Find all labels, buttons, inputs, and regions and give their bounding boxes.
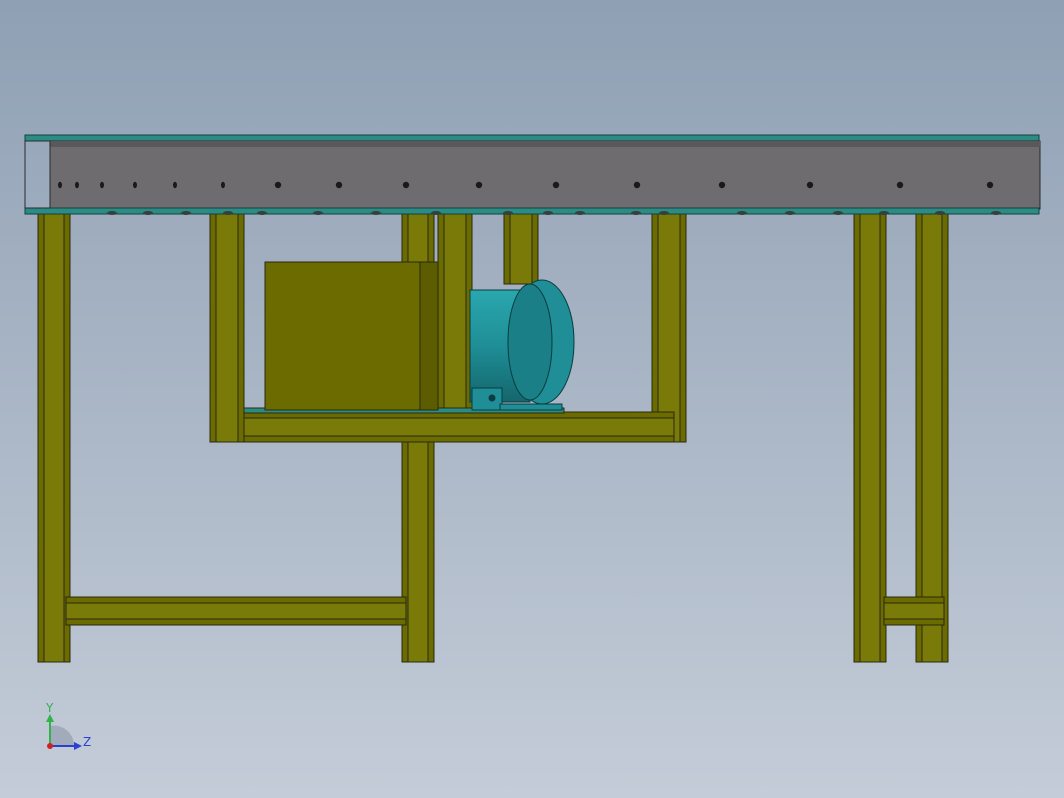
roller-foot (659, 211, 669, 215)
roller-foot (181, 211, 191, 215)
rail-hole (986, 181, 994, 189)
roller-foot (107, 211, 117, 215)
roller-foot (543, 211, 553, 215)
triad-y-label: Y (45, 701, 54, 715)
rail-hole (100, 181, 104, 189)
rail-body[interactable] (49, 140, 1041, 210)
motor-foot (471, 387, 503, 411)
motor-mount-base-beam-web (243, 417, 675, 437)
motor-endcap-inner (507, 283, 553, 401)
motor-mount-post-left-web (215, 213, 239, 443)
rail-hole (633, 181, 641, 189)
rail-hole (335, 181, 343, 189)
roller-foot (833, 211, 843, 215)
gearbox-flange (419, 261, 439, 411)
roller-foot (257, 211, 267, 215)
rail-hole (274, 181, 282, 189)
roller-foot (737, 211, 747, 215)
drive-motor[interactable] (469, 279, 575, 411)
rail-body-shade (50, 141, 1040, 147)
rail-hole (896, 181, 904, 189)
rail-hole (75, 181, 79, 189)
rail-hole (718, 181, 726, 189)
gearbox-housing[interactable] (264, 261, 438, 411)
rail-hole (552, 181, 560, 189)
conveyor-rail[interactable] (24, 134, 1041, 215)
rail-hole (173, 181, 177, 189)
motor-foot-bolt (488, 394, 496, 402)
motor-mount-post-rear-web (509, 213, 533, 285)
rail-top-flange[interactable] (24, 134, 1040, 142)
gearbox[interactable] (264, 261, 439, 411)
roller-foot (143, 211, 153, 215)
rail-hole (402, 181, 410, 189)
roller-foot (879, 211, 889, 215)
roller-foot (575, 211, 585, 215)
roller-foot (313, 211, 323, 215)
frame-brace-lower-right-web (883, 602, 945, 620)
triad-origin (47, 743, 53, 749)
roller-foot (631, 211, 641, 215)
roller-foot (223, 211, 233, 215)
rail-hole (475, 181, 483, 189)
roller-foot (785, 211, 795, 215)
triad-z-label: Z (83, 735, 91, 749)
frame-leg-left-web (43, 213, 65, 663)
roller-foot (431, 211, 441, 215)
cad-viewport[interactable]: Y Z (0, 0, 1064, 798)
roller-foot (991, 211, 1001, 215)
rail-hole (58, 181, 62, 189)
roller-foot (503, 211, 513, 215)
frame-leg-right-a-web (859, 213, 881, 663)
roller-foot (371, 211, 381, 215)
frame-brace-lower-left-web (65, 602, 407, 620)
rail-hole (221, 181, 225, 189)
motor-foot-plate (499, 403, 563, 411)
frame-leg-right-b-web (921, 213, 943, 663)
rail-hole (806, 181, 814, 189)
motor-mount-post-right-web (657, 213, 681, 443)
roller-foot (935, 211, 945, 215)
rail-hole (133, 181, 137, 189)
